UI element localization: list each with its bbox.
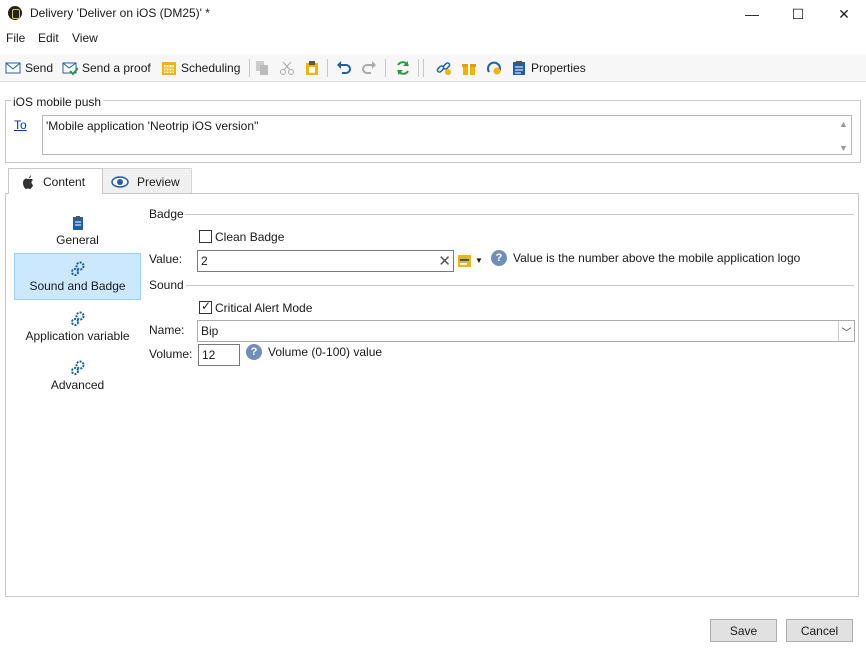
- menu-edit[interactable]: Edit: [38, 31, 59, 45]
- save-button[interactable]: Save: [710, 619, 777, 642]
- cancel-button[interactable]: Cancel: [786, 619, 853, 642]
- volume-label: Volume:: [149, 347, 193, 361]
- toolbar-separator: [385, 59, 386, 77]
- critical-alert-checkbox[interactable]: [199, 299, 212, 314]
- undo-icon[interactable]: [336, 60, 352, 76]
- sound-section-title: Sound: [149, 278, 184, 292]
- help-icon: ?: [246, 344, 262, 360]
- sidebar-item-advanced[interactable]: Advanced: [14, 352, 141, 398]
- badge-value-text: 2: [201, 254, 208, 268]
- badge-value-input[interactable]: 2 ✕: [197, 250, 454, 272]
- send-button[interactable]: Send: [5, 58, 53, 78]
- volume-help-text: Volume (0-100) value: [268, 345, 383, 359]
- send-label: Send: [25, 61, 54, 75]
- to-field-scrollbar[interactable]: ▲ ▼: [836, 117, 850, 153]
- scheduling-label: Scheduling: [181, 61, 241, 75]
- window-title: Delivery 'Deliver on iOS (DM25)' *: [30, 6, 210, 20]
- volume-input[interactable]: 12: [198, 344, 240, 366]
- toolbar: Send Send a proof Scheduling Properties: [0, 54, 866, 82]
- to-value: 'Mobile application 'Neotrip iOS version…: [46, 119, 259, 133]
- title-bar: Delivery 'Deliver on iOS (DM25)' * — ☐ ✕: [0, 0, 866, 28]
- sidebar-item-label: Application variable: [25, 329, 130, 343]
- send-proof-button[interactable]: Send a proof: [62, 58, 151, 78]
- menu-file[interactable]: File: [6, 31, 25, 45]
- badge-section-divider: [185, 214, 854, 215]
- sidebar-item-label: Advanced: [50, 378, 105, 392]
- chevron-down-icon[interactable]: ﹀: [838, 321, 854, 341]
- scheduling-button[interactable]: Scheduling: [161, 58, 240, 78]
- clipboard-icon: [72, 216, 83, 230]
- tab-content-label: Content: [43, 174, 86, 189]
- critical-alert-label: Critical Alert Mode: [215, 301, 313, 315]
- tab-preview-label: Preview: [137, 174, 180, 189]
- clear-icon[interactable]: ✕: [438, 252, 451, 270]
- tab-preview[interactable]: Preview: [102, 168, 192, 194]
- sidebar-item-sound-and-badge[interactable]: Sound and Badge: [14, 253, 141, 300]
- properties-label: Properties: [531, 61, 586, 75]
- maximize-button[interactable]: ☐: [776, 0, 820, 28]
- toolbar-separator: [249, 59, 250, 77]
- recipients-group-title: iOS mobile push: [11, 95, 104, 109]
- to-field[interactable]: 'Mobile application 'Neotrip iOS version…: [42, 115, 852, 155]
- gift-icon[interactable]: [461, 60, 477, 76]
- chevron-down-icon[interactable]: ▼: [475, 256, 483, 265]
- tracking-icon[interactable]: [486, 60, 502, 76]
- badge-help-text: Value is the number above the mobile app…: [513, 251, 801, 265]
- envelope-icon: [5, 62, 21, 74]
- toolbar-separator: [418, 59, 419, 77]
- toolbar-separator: [327, 59, 328, 77]
- redo-icon[interactable]: [361, 60, 377, 76]
- badge-value-label: Value:: [149, 252, 183, 266]
- sound-section-divider: [186, 285, 854, 286]
- badge-section-title: Badge: [149, 207, 184, 221]
- gears-icon: [70, 360, 84, 375]
- tab-content[interactable]: Content: [8, 168, 103, 194]
- sound-name-label: Name:: [149, 323, 185, 337]
- help-icon: ?: [491, 250, 507, 266]
- send-proof-label: Send a proof: [82, 61, 151, 75]
- to-link[interactable]: To: [14, 118, 27, 132]
- sidebar-item-label: General: [56, 233, 99, 247]
- sidebar-item-label: Sound and Badge: [29, 279, 126, 293]
- close-button[interactable]: ✕: [822, 0, 866, 28]
- sidebar-item-application-variable[interactable]: Application variable: [14, 303, 141, 349]
- properties-button[interactable]: Properties: [511, 58, 586, 78]
- gears-icon: [70, 261, 84, 276]
- paste-icon[interactable]: [304, 60, 320, 76]
- sound-name-select[interactable]: Bip ﹀: [197, 320, 855, 342]
- menu-view[interactable]: View: [72, 31, 98, 45]
- expression-editor-icon[interactable]: [457, 253, 473, 269]
- clean-badge-label: Clean Badge: [215, 230, 285, 244]
- apple-icon: [23, 174, 33, 189]
- sound-name-value: Bip: [201, 324, 219, 338]
- envelope-check-icon: [62, 62, 78, 76]
- copy-icon[interactable]: [254, 60, 270, 76]
- gears-icon: [70, 311, 84, 326]
- sidebar-item-general[interactable]: General: [14, 207, 141, 253]
- clean-badge-checkbox[interactable]: [199, 230, 212, 243]
- volume-value: 12: [202, 348, 216, 362]
- calendar-icon: [162, 62, 176, 75]
- app-logo-icon: [8, 6, 22, 20]
- clipboard-icon: [513, 61, 525, 75]
- eye-icon: [111, 175, 129, 188]
- refresh-icon[interactable]: [395, 60, 411, 76]
- link-icon[interactable]: [436, 60, 452, 76]
- minimize-button[interactable]: —: [730, 0, 774, 28]
- toolbar-separator: [423, 59, 424, 77]
- cut-icon[interactable]: [279, 60, 295, 76]
